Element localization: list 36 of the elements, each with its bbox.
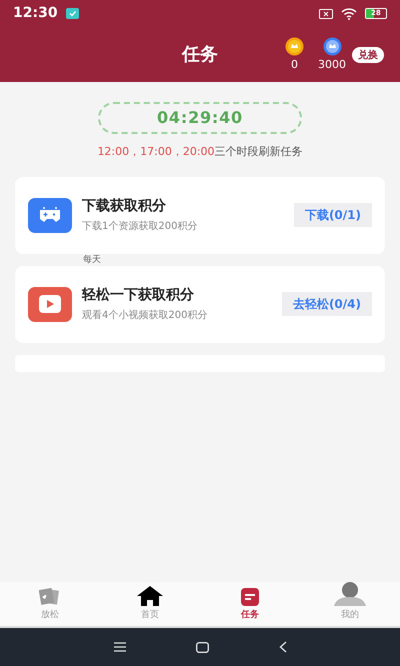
task-button[interactable]: 去轻松(0/4) <box>282 292 372 316</box>
sim-icon <box>319 8 333 18</box>
task-title: 下载获取积分 <box>82 197 167 216</box>
nav-tab[interactable]: 放松 <box>0 582 100 626</box>
task-title: 轻松一下获取积分 <box>82 286 195 305</box>
nav-label: 我的 <box>341 608 359 622</box>
gamepad-icon <box>28 198 72 232</box>
nav-label: 放松 <box>41 608 59 622</box>
wifi-icon <box>341 8 357 20</box>
exchange-button[interactable]: 兑换 <box>352 47 384 63</box>
task-button[interactable]: 下载(0/1) <box>294 203 372 227</box>
coin-icon <box>285 37 304 56</box>
status-time: 12:30 <box>13 4 58 23</box>
user-icon <box>334 582 366 606</box>
nav-tab[interactable]: 首页 <box>100 582 200 626</box>
back-icon[interactable] <box>278 641 286 653</box>
photos-icon <box>39 588 61 606</box>
page-title: 任务 <box>182 43 218 67</box>
task-description: 观看4个小视频获取200积分 <box>82 308 208 323</box>
task-icon <box>241 588 259 606</box>
countdown-timer: 04:29:40 <box>98 102 302 134</box>
gem-icon <box>322 37 342 56</box>
nav-tab[interactable]: 我的 <box>300 582 400 626</box>
refresh-note: 12:00，17:00，20:00三个时段刷新任务 <box>96 144 304 160</box>
home-icon <box>137 586 163 606</box>
hidden-label: 每天 <box>82 254 102 266</box>
nav-tab[interactable]: 任务 <box>200 582 300 626</box>
notification-icon <box>66 8 79 19</box>
nav-label: 首页 <box>141 608 159 622</box>
coin-count: 3000 <box>318 57 346 73</box>
nav-label: 任务 <box>241 608 259 622</box>
home-button-icon[interactable] <box>196 642 208 652</box>
coin-count: 0 <box>291 57 298 73</box>
play-icon <box>28 286 72 322</box>
task-description: 下载1个资源获取200积分 <box>82 220 198 234</box>
menu-icon[interactable] <box>114 642 126 652</box>
